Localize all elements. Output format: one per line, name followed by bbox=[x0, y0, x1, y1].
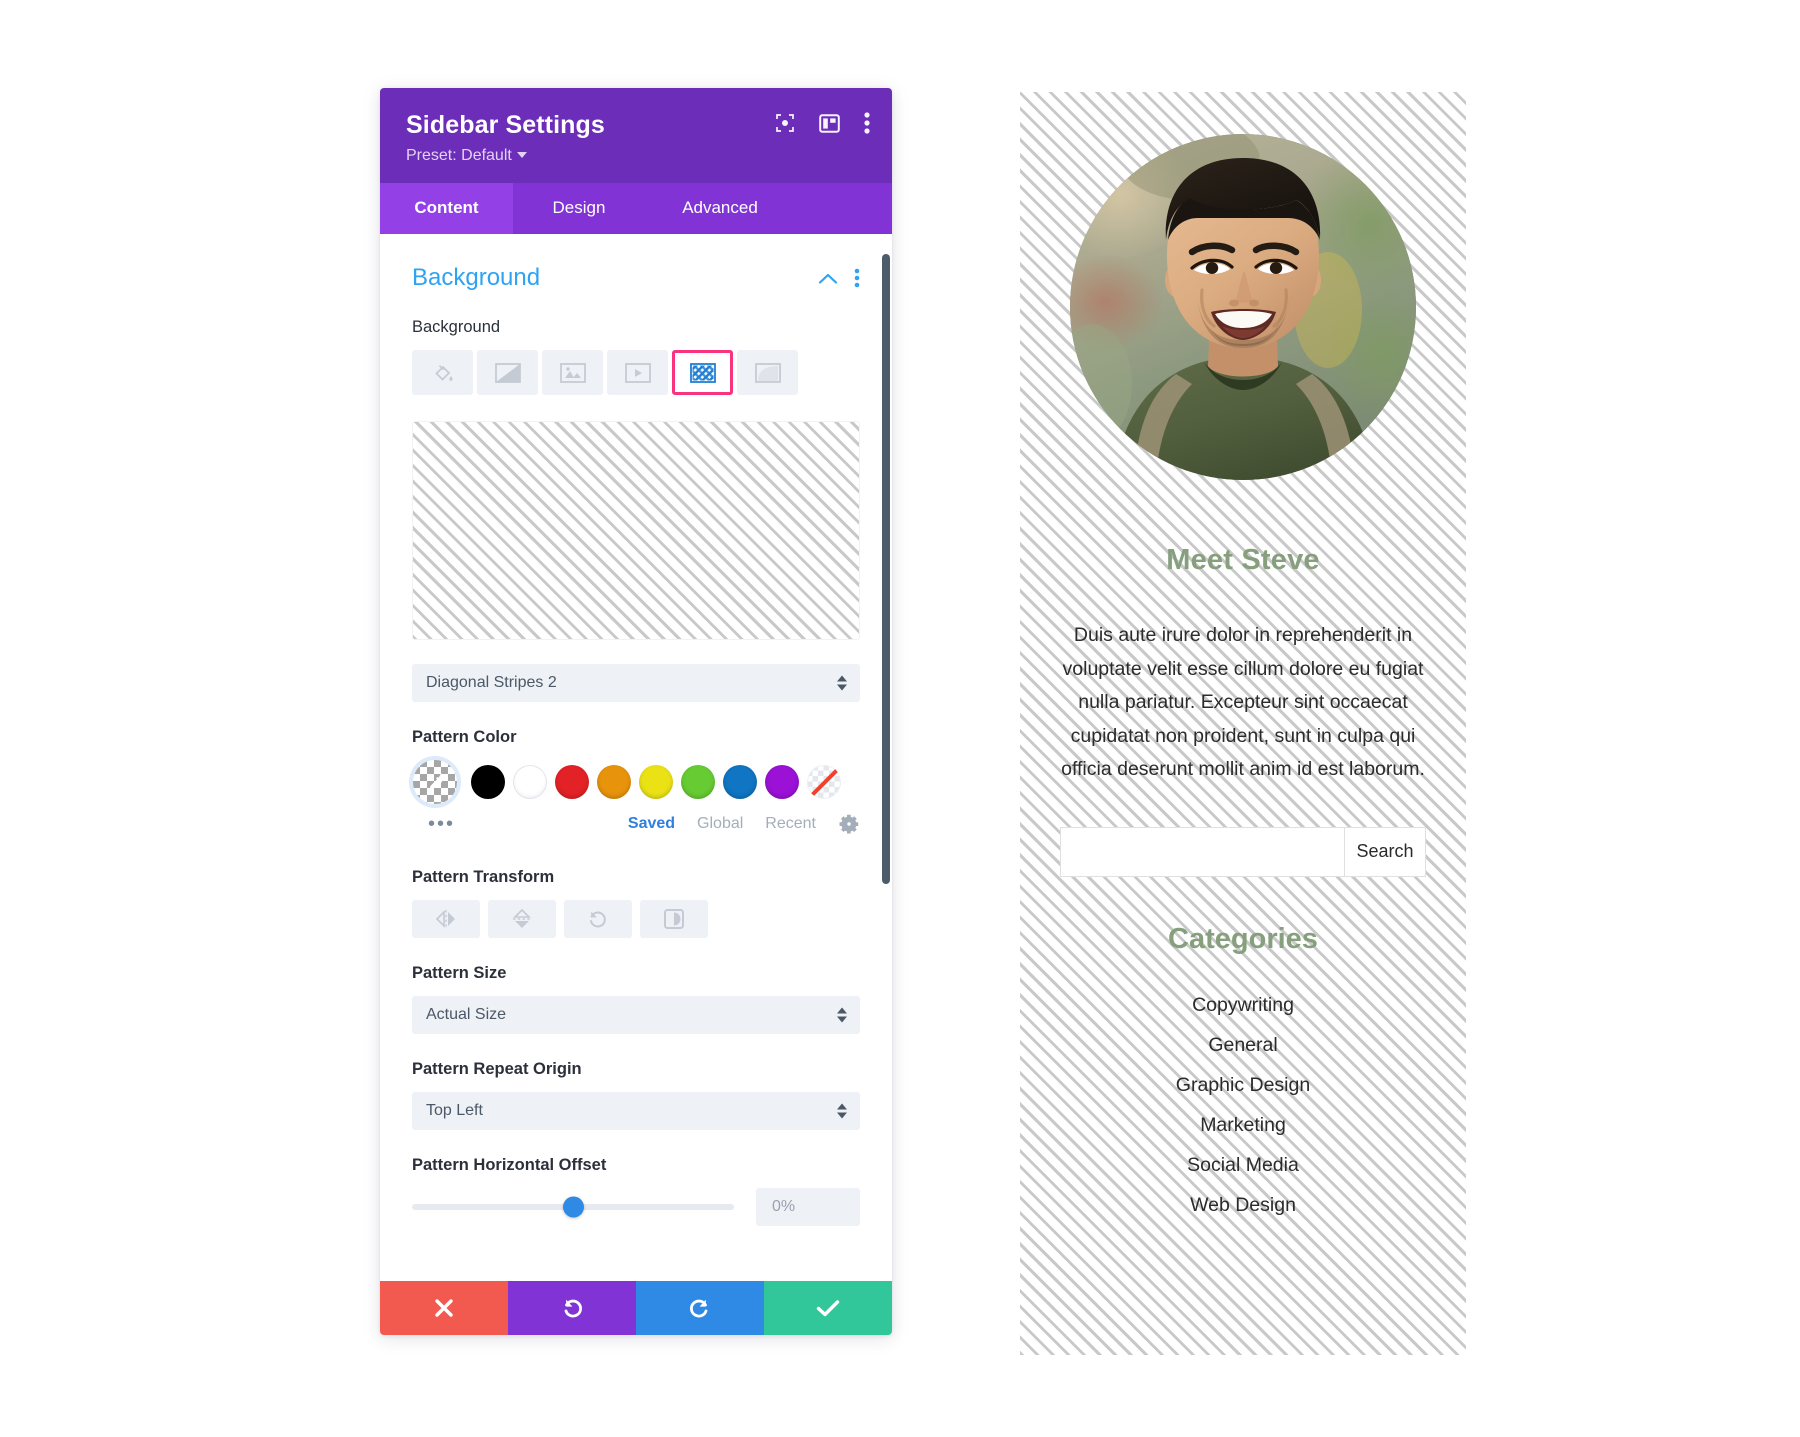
palette-more-dots[interactable]: ••• bbox=[428, 814, 455, 834]
list-item[interactable]: Social Media bbox=[1060, 1146, 1426, 1186]
pattern-size-value: Actual Size bbox=[426, 1006, 507, 1023]
pattern-select-value: Diagonal Stripes 2 bbox=[426, 674, 557, 691]
select-spinner-icon bbox=[837, 675, 847, 691]
flip-horizontal-icon[interactable] bbox=[412, 900, 480, 938]
tab-design[interactable]: Design bbox=[513, 183, 645, 234]
background-field-label: Background bbox=[412, 318, 501, 336]
save-button[interactable] bbox=[764, 1281, 892, 1335]
palette-tab-global[interactable]: Global bbox=[697, 815, 743, 833]
undo-button[interactable] bbox=[508, 1281, 636, 1335]
pattern-repeat-origin-select[interactable]: Top Left bbox=[412, 1092, 860, 1130]
redo-icon bbox=[690, 1299, 708, 1318]
background-type-selector bbox=[412, 350, 860, 395]
chevron-up-icon[interactable] bbox=[818, 272, 838, 285]
pattern-horizontal-offset-control: 0% bbox=[412, 1188, 860, 1226]
pattern-color-label: Pattern Color bbox=[412, 728, 517, 746]
swatch-white[interactable] bbox=[513, 765, 547, 799]
section-title: Background bbox=[412, 264, 541, 291]
pattern-horizontal-offset-label: Pattern Horizontal Offset bbox=[412, 1156, 607, 1174]
search-input[interactable] bbox=[1060, 826, 1344, 877]
preset-label: Preset: Default bbox=[406, 147, 512, 164]
section-more-vertical-icon[interactable] bbox=[854, 268, 860, 288]
preview-heading: Meet Steve bbox=[1166, 544, 1320, 576]
list-item[interactable]: Graphic Design bbox=[1060, 1066, 1426, 1106]
modal-header-icons bbox=[775, 112, 870, 134]
chevron-down-icon bbox=[516, 152, 527, 158]
screen: Sidebar Settings Preset: Default Content… bbox=[0, 0, 1800, 1437]
pattern-select[interactable]: Diagonal Stripes 2 bbox=[412, 664, 860, 702]
modal-body: Background Background Diagonal Stripes 2… bbox=[380, 234, 892, 1281]
pattern-repeat-origin-label: Pattern Repeat Origin bbox=[412, 1060, 582, 1078]
eyedropper-swatch[interactable] bbox=[413, 760, 457, 804]
pattern-repeat-origin-value: Top Left bbox=[426, 1102, 483, 1119]
sidebar-preview: Meet Steve Duis aute irure dolor in repr… bbox=[1020, 92, 1466, 1355]
swatch-blue[interactable] bbox=[723, 765, 757, 799]
swatch-green[interactable] bbox=[681, 765, 715, 799]
background-video-icon[interactable] bbox=[607, 350, 668, 395]
palette-tab-saved[interactable]: Saved bbox=[628, 815, 675, 833]
background-mask-icon[interactable] bbox=[737, 350, 798, 395]
pattern-transform-label: Pattern Transform bbox=[412, 868, 555, 886]
check-icon bbox=[816, 1300, 840, 1317]
list-item[interactable]: General bbox=[1060, 1026, 1426, 1066]
preset-selector[interactable]: Preset: Default bbox=[406, 147, 866, 165]
gear-icon[interactable] bbox=[838, 813, 860, 835]
pattern-color-palette bbox=[412, 760, 860, 804]
invert-icon[interactable] bbox=[640, 900, 708, 938]
rotate-icon[interactable] bbox=[564, 900, 632, 938]
swatch-red[interactable] bbox=[555, 765, 589, 799]
avatar bbox=[1070, 134, 1416, 480]
offset-slider-handle[interactable] bbox=[562, 1196, 584, 1218]
panel-scrollbar-thumb[interactable] bbox=[882, 254, 890, 884]
list-item[interactable]: Web Design bbox=[1060, 1186, 1426, 1226]
list-item[interactable]: Marketing bbox=[1060, 1106, 1426, 1146]
select-spinner-icon bbox=[837, 1103, 847, 1119]
pattern-transform-buttons bbox=[412, 900, 860, 938]
search-button[interactable]: Search bbox=[1344, 826, 1426, 877]
swatch-orange[interactable] bbox=[597, 765, 631, 799]
list-item[interactable]: Copywriting bbox=[1060, 986, 1426, 1026]
modal-action-bar bbox=[380, 1281, 892, 1335]
categories-heading: Categories bbox=[1168, 922, 1318, 955]
focus-icon[interactable] bbox=[775, 113, 795, 133]
swatch-black[interactable] bbox=[471, 765, 505, 799]
flip-vertical-icon[interactable] bbox=[488, 900, 556, 938]
more-vertical-icon[interactable] bbox=[864, 112, 870, 134]
select-spinner-icon bbox=[837, 1007, 847, 1023]
tab-advanced[interactable]: Advanced bbox=[645, 183, 795, 234]
sidebar-settings-modal: Sidebar Settings Preset: Default Content… bbox=[380, 88, 892, 1335]
search-form: Search bbox=[1060, 826, 1426, 877]
background-color-icon[interactable] bbox=[412, 350, 473, 395]
redo-button[interactable] bbox=[636, 1281, 764, 1335]
tab-content[interactable]: Content bbox=[380, 183, 513, 234]
panel-scrollbar[interactable] bbox=[882, 234, 892, 1281]
pattern-size-label: Pattern Size bbox=[412, 964, 507, 982]
avatar-photo bbox=[1070, 134, 1416, 480]
background-section-header: Background bbox=[412, 264, 860, 292]
undo-icon bbox=[564, 1299, 582, 1318]
categories-list: Copywriting General Graphic Design Marke… bbox=[1060, 986, 1426, 1226]
swatch-yellow[interactable] bbox=[639, 765, 673, 799]
offset-slider[interactable] bbox=[412, 1196, 734, 1218]
close-icon bbox=[435, 1299, 453, 1317]
background-image-icon[interactable] bbox=[542, 350, 603, 395]
offset-value-input[interactable]: 0% bbox=[756, 1188, 860, 1226]
preview-body-text: Duis aute irure dolor in reprehenderit i… bbox=[1061, 624, 1425, 781]
pattern-preview bbox=[412, 421, 860, 640]
modal-header: Sidebar Settings Preset: Default bbox=[380, 88, 892, 183]
swatch-purple[interactable] bbox=[765, 765, 799, 799]
pattern-size-select[interactable]: Actual Size bbox=[412, 996, 860, 1034]
background-gradient-icon[interactable] bbox=[477, 350, 538, 395]
palette-meta-row: ••• Saved Global Recent bbox=[412, 810, 860, 838]
layout-columns-icon[interactable] bbox=[819, 113, 840, 133]
cancel-button[interactable] bbox=[380, 1281, 508, 1335]
swatch-none[interactable] bbox=[807, 765, 841, 799]
background-pattern-icon[interactable] bbox=[672, 350, 733, 395]
palette-tab-recent[interactable]: Recent bbox=[765, 815, 816, 833]
modal-tabs: Content Design Advanced bbox=[380, 183, 892, 234]
